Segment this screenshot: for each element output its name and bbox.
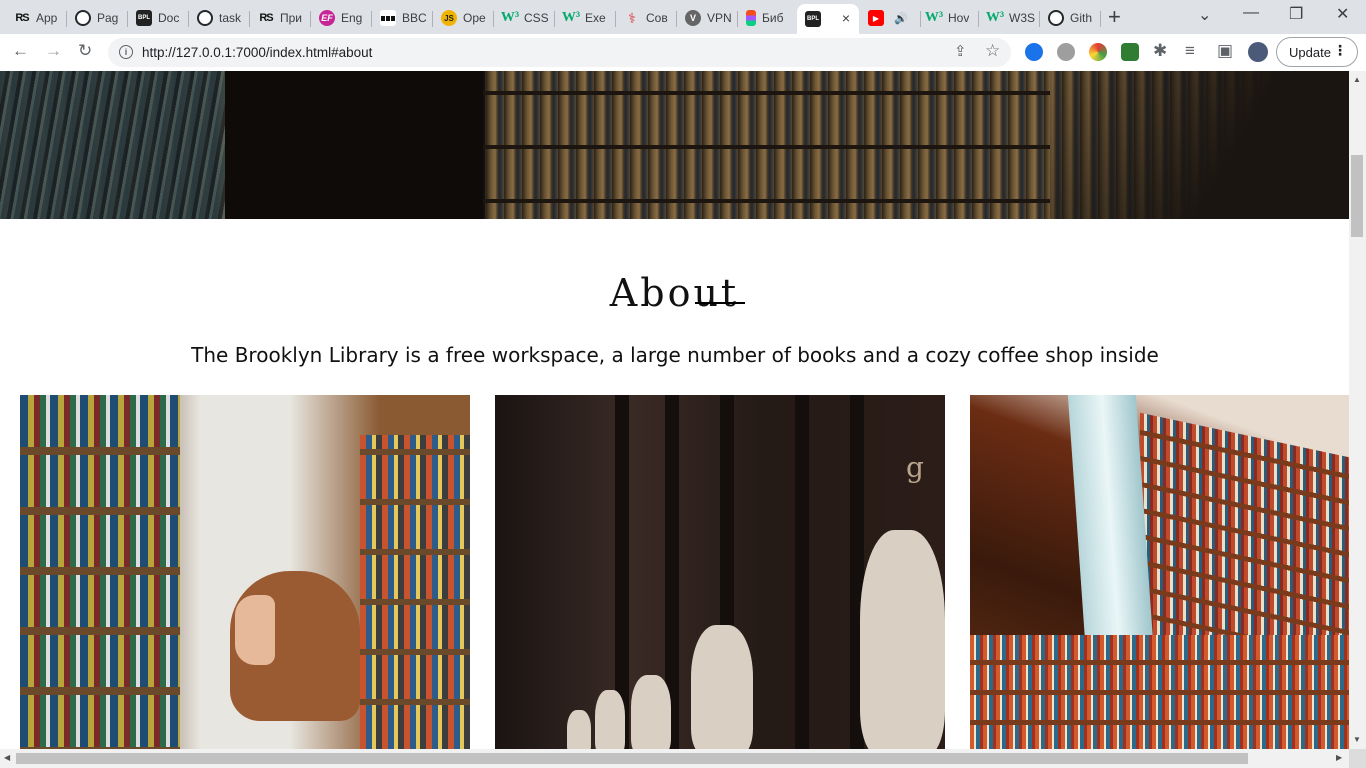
tab-label: Сов [646,11,668,25]
tab-rs-pri[interactable]: RS При [250,4,311,32]
ef-icon: EF [319,10,335,26]
about-description: The Brooklyn Library is a free workspace… [191,343,1159,367]
tab-label: App [36,11,58,25]
hero-image [0,71,1349,219]
tab-label: Ope [463,11,486,25]
scroll-down-icon[interactable]: ▼ [1353,735,1361,744]
tab-active-bpl[interactable]: BPL × [797,4,859,34]
w3schools-icon: W³ [985,10,1005,25]
menu-dots-icon: ⋮ [1333,42,1347,58]
tab-label: task [219,11,242,25]
figure-icon: ⚕ [628,9,636,26]
update-label: Update [1289,44,1331,60]
tab-rs-app[interactable]: RS App [6,4,67,32]
about-title: About [609,270,740,315]
back-icon[interactable]: ← [12,41,29,61]
tab-sov[interactable]: ⚕ Сов [616,4,677,32]
reading-list-icon[interactable]: ≡ [1185,41,1195,61]
tab-label: Eng [341,11,363,25]
tab-label: Doc [158,11,180,25]
bookmark-star-icon[interactable]: ☆ [985,41,1000,61]
tab-bpl-doc[interactable]: BPL Doc [128,4,189,32]
rs-school-icon: RS [259,12,273,24]
bpl-icon: BPL [805,11,821,27]
tab-github[interactable]: Gith [1040,4,1101,32]
figma-icon [746,10,756,26]
horizontal-scroll-thumb[interactable] [16,753,1248,764]
js-icon: JS [441,10,457,26]
window-close-icon[interactable]: ✕ [1336,4,1349,24]
w3schools-icon: W³ [924,10,944,25]
tab-ef-english[interactable]: EF Eng [311,4,372,32]
scroll-up-icon[interactable]: ▲ [1353,75,1361,84]
minimize-icon[interactable]: — [1243,4,1259,22]
extension-bug-icon[interactable] [1057,43,1075,61]
tab-label: Exe [585,11,606,25]
scroll-left-icon[interactable]: ◀ [4,753,10,762]
share-icon[interactable]: ⇪ [954,42,967,62]
new-tab-icon[interactable]: + [1108,6,1121,28]
tab-vpn[interactable]: V VPN [677,4,738,32]
tab-w3-css[interactable]: W³ CSS [494,4,555,32]
tab-figma-bib[interactable]: Биб [738,4,799,32]
rs-school-icon: RS [15,12,29,24]
vpn-icon: V [685,10,701,26]
update-button[interactable]: Update ⋮ [1276,37,1358,67]
tab-github-pages[interactable]: Pag [67,4,128,32]
github-icon [75,10,91,26]
w3schools-icon: W³ [561,10,581,25]
reload-icon[interactable]: ↻ [78,41,92,61]
tab-label: При [280,11,303,25]
close-tab-icon[interactable]: × [842,10,850,26]
site-info-icon[interactable]: i [119,45,133,59]
extension-color-icon[interactable] [1089,43,1107,61]
forward-icon[interactable]: → [45,41,62,61]
tab-js-ope[interactable]: JS Ope [433,4,494,32]
vertical-scroll-thumb[interactable] [1351,155,1363,237]
github-icon [197,10,213,26]
url-text[interactable]: http://127.0.0.1:7000/index.html#about [142,45,372,60]
tab-label: BBC [402,11,427,25]
github-icon [1048,10,1064,26]
bbc-icon [380,10,396,26]
audio-icon[interactable]: 🔊 [894,12,908,25]
tab-w3s[interactable]: W³ W3S [979,4,1040,32]
tab-w3-how[interactable]: W³ Hov [918,4,979,32]
tab-w3-exe[interactable]: W³ Exe [555,4,616,32]
side-panel-icon[interactable]: ▣ [1217,41,1233,61]
scrollbar-corner [1349,749,1366,768]
extension-html-icon[interactable] [1121,43,1139,61]
maximize-icon[interactable]: ❐ [1289,4,1303,24]
tab-bbc[interactable]: BBC [372,4,433,32]
page-viewport: About The Brooklyn Library is a free wor… [0,71,1349,749]
tab-label: Hov [948,11,970,25]
about-photo-rotunda [970,395,1349,749]
bpl-icon: BPL [136,10,152,26]
wall-glyph: g [906,451,924,484]
extension-sync-icon[interactable] [1025,43,1043,61]
w3schools-icon: W³ [500,10,520,25]
tab-search-icon[interactable]: ⌄ [1198,5,1211,25]
about-photo-reader [20,395,470,749]
tab-label: VPN [707,11,732,25]
profile-avatar[interactable] [1248,42,1268,62]
tab-label: W3S [1009,11,1036,25]
tab-youtube[interactable]: ▶ 🔊 [860,4,921,32]
tab-label: Gith [1070,11,1093,25]
tab-label: CSS [524,11,549,25]
browser-toolbar: ← → ↻ i http://127.0.0.1:7000/index.html… [0,34,1366,72]
vertical-scrollbar[interactable]: ▲ ▼ [1349,71,1366,749]
tab-label: Pag [97,11,119,25]
title-underline [695,302,745,304]
scroll-right-icon[interactable]: ▶ [1336,753,1342,762]
extensions-puzzle-icon[interactable]: ✱ [1153,41,1167,61]
address-bar[interactable]: i http://127.0.0.1:7000/index.html#about… [108,38,1011,67]
horizontal-scrollbar[interactable]: ◀ ▶ [0,749,1349,768]
about-photo-busts: g [495,395,945,749]
tab-github-task[interactable]: task [189,4,250,32]
tab-label: Биб [762,11,784,25]
youtube-icon: ▶ [868,10,884,26]
tab-strip: RS App Pag BPL Doc task RS При EF Eng BB… [0,0,1366,34]
